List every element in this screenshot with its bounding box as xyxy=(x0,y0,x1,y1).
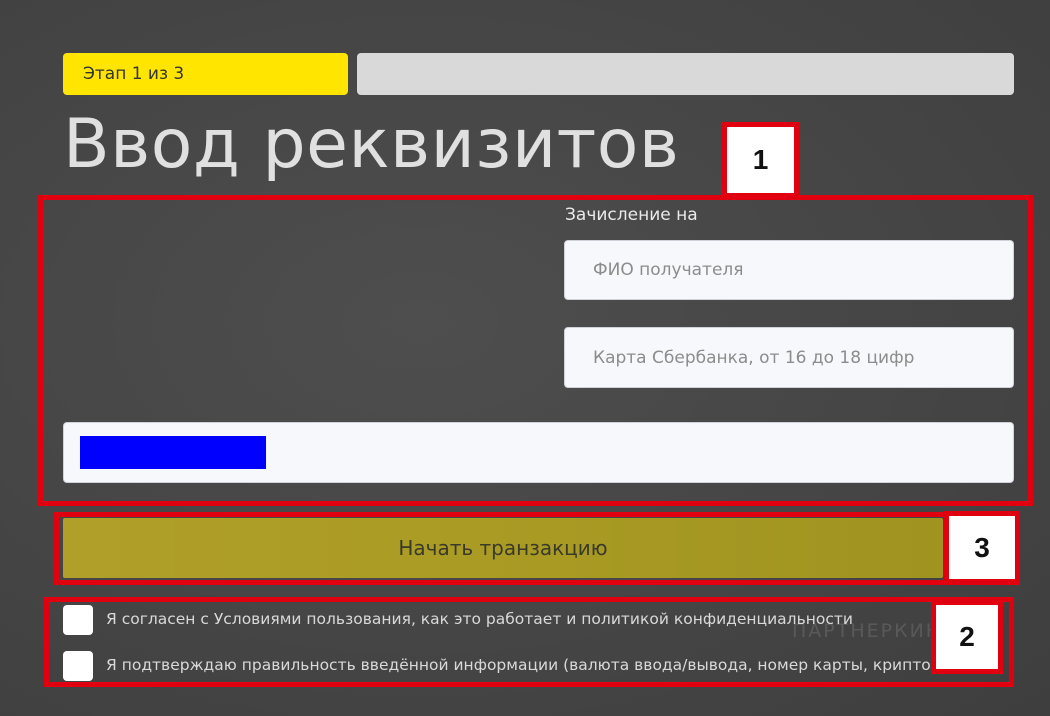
annotation-frame-1 xyxy=(38,195,1033,506)
progress-step-current: Этап 1 из 3 xyxy=(63,53,348,95)
annotation-badge-1: 1 xyxy=(722,122,799,198)
page-title: Ввод реквизитов xyxy=(63,105,680,184)
annotation-frame-2 xyxy=(44,597,1014,687)
annotation-badge-2: 2 xyxy=(931,600,1003,674)
annotation-badge-3: 3 xyxy=(944,511,1020,584)
progress-track-remaining xyxy=(357,53,1014,95)
annotation-frame-3 xyxy=(54,512,1020,585)
